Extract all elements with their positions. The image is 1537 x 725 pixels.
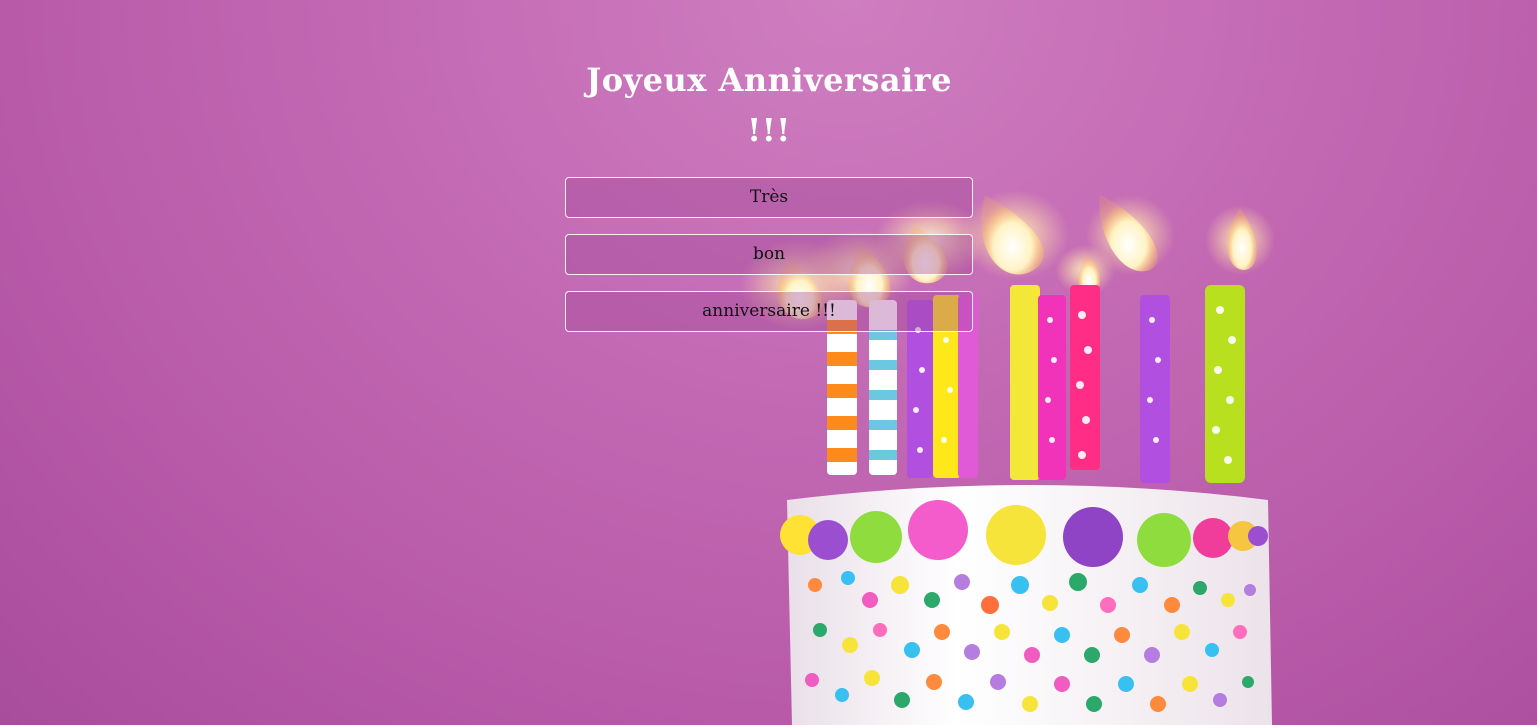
word-button-tres[interactable]: Très (565, 177, 973, 218)
page-title: Joyeux Anniversaire !!! (586, 61, 952, 149)
word-button-bon[interactable]: bon (565, 234, 973, 275)
greeting-panel: Joyeux Anniversaire !!! Très bon anniver… (565, 55, 973, 348)
word-button-anniversaire[interactable]: anniversaire !!! (565, 291, 973, 332)
